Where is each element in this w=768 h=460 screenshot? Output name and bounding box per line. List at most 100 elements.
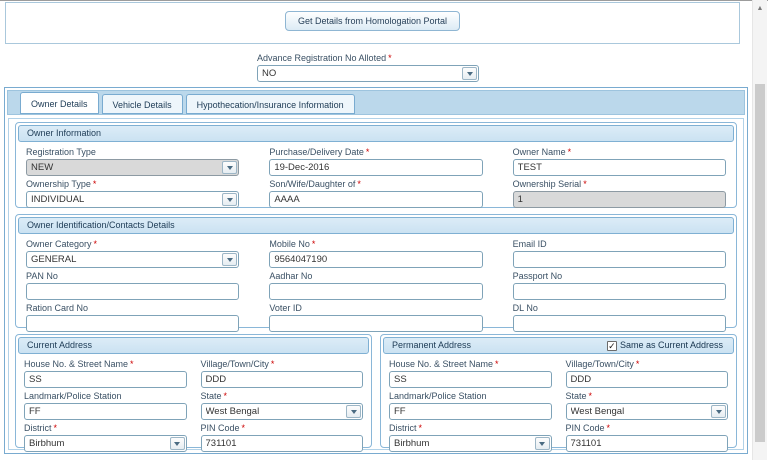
pan-no-input[interactable]	[26, 283, 240, 300]
pa-pin-input[interactable]	[565, 435, 728, 452]
ca-district-select[interactable]: Birbhum	[24, 435, 187, 452]
owner-name-input[interactable]	[512, 159, 726, 176]
registration-type-select[interactable]: NEW	[26, 159, 240, 176]
email-id-input[interactable]	[512, 251, 726, 268]
scrollbar-up-arrow-icon[interactable]: ▲	[754, 2, 766, 15]
dropdown-arrow-icon	[466, 71, 473, 76]
pa-state-select[interactable]: West Bengal	[565, 403, 728, 420]
required-marker: *	[357, 179, 361, 189]
ca-state-select[interactable]: West Bengal	[200, 403, 363, 420]
field-pa-state: State * West Bengal	[565, 388, 728, 420]
ration-card-no-label: Ration Card No	[26, 303, 89, 313]
field-mobile-no: Mobile No *	[269, 236, 483, 268]
permanent-address-title: Permanent Address	[392, 340, 472, 350]
advance-registration-field: Advance Registration No Alloted * NO	[257, 50, 479, 82]
field-pa-house: House No. & Street Name *	[389, 356, 552, 388]
checkbox-checked-icon: ✓	[606, 340, 617, 351]
dropdown-arrow-icon	[350, 409, 357, 414]
son-wife-daughter-input[interactable]	[269, 191, 483, 208]
dropdown-button[interactable]	[169, 437, 185, 450]
field-purchase-date: Purchase/Delivery Date *	[269, 144, 483, 176]
required-marker: *	[93, 239, 98, 249]
field-son-wife-daughter: Son/Wife/Daughter of *	[269, 176, 483, 208]
required-marker: *	[388, 53, 392, 63]
homologation-panel: Get Details from Homologation Portal	[5, 2, 740, 44]
tab-vehicle-details[interactable]: Vehicle Details	[101, 94, 183, 114]
required-marker: *	[495, 359, 499, 369]
mobile-no-input[interactable]	[269, 251, 483, 268]
pa-village-input[interactable]	[565, 371, 728, 388]
purchase-date-label: Purchase/Delivery Date *	[269, 147, 370, 157]
pa-pin-label: PIN Code *	[565, 423, 611, 433]
ca-state-value: West Bengal	[205, 406, 260, 417]
registration-type-value: NEW	[31, 162, 54, 173]
tab-hypothecation-insurance[interactable]: Hypothecation/Insurance Information	[185, 94, 355, 114]
ca-landmark-input[interactable]	[24, 403, 187, 420]
current-address-section: Current Address House No. & Street Name *…	[15, 334, 372, 452]
passport-no-input[interactable]	[512, 283, 726, 300]
owner-information-section: Owner Information Registration Type NEW …	[15, 122, 737, 208]
advance-registration-label: Advance Registration No Alloted *	[257, 53, 392, 63]
tab-owner-details[interactable]: Owner Details	[20, 92, 99, 114]
field-ca-house: House No. & Street Name *	[24, 356, 187, 388]
pa-state-value: West Bengal	[570, 406, 625, 417]
ownership-type-value: INDIVIDUAL	[31, 194, 85, 205]
aadhar-no-label: Aadhar No	[269, 271, 313, 281]
dl-no-label: DL No	[512, 303, 538, 313]
ownership-type-label: Ownership Type *	[26, 179, 97, 189]
field-ca-pin: PIN Code *	[200, 420, 363, 452]
ration-card-no-input[interactable]	[26, 315, 240, 332]
permanent-address-section: Permanent Address ✓ Same as Current Addr…	[380, 334, 737, 452]
ca-village-input[interactable]	[200, 371, 363, 388]
scrollbar-thumb[interactable]	[755, 84, 765, 442]
permanent-address-header: Permanent Address ✓ Same as Current Addr…	[383, 337, 734, 354]
dropdown-arrow-icon	[174, 441, 180, 446]
dropdown-button[interactable]	[711, 405, 726, 418]
field-ca-village: Village/Town/City *	[200, 356, 363, 388]
advance-registration-select[interactable]: NO	[257, 65, 479, 82]
pa-landmark-label: Landmark/Police Station	[389, 391, 487, 401]
vertical-scrollbar[interactable]: ▲	[752, 0, 767, 460]
ownership-type-select[interactable]: INDIVIDUAL	[26, 191, 240, 208]
required-marker: *	[365, 147, 370, 157]
required-marker: *	[588, 391, 593, 401]
ca-district-value: Birbhum	[29, 438, 65, 449]
purchase-date-input[interactable]	[269, 159, 483, 176]
get-details-homologation-button[interactable]: Get Details from Homologation Portal	[284, 11, 461, 31]
dropdown-button[interactable]	[222, 193, 238, 206]
ca-district-label: District *	[24, 423, 58, 433]
pa-landmark-input[interactable]	[389, 403, 552, 420]
current-address-header: Current Address	[18, 337, 369, 354]
owner-category-select[interactable]: GENERAL	[26, 251, 240, 268]
ca-house-input[interactable]	[24, 371, 187, 388]
field-ca-state: State * West Bengal	[200, 388, 363, 420]
dropdown-button[interactable]	[346, 405, 361, 418]
same-as-current-checkbox[interactable]: ✓ Same as Current Address	[606, 338, 723, 353]
owner-category-label: Owner Category *	[26, 239, 98, 249]
current-address-title: Current Address	[27, 340, 93, 350]
pa-district-label: District *	[389, 423, 423, 433]
owner-identification-header: Owner Identification/Contacts Details	[18, 217, 734, 234]
required-marker: *	[270, 359, 275, 369]
owner-information-header: Owner Information	[18, 125, 734, 142]
required-marker: *	[635, 359, 640, 369]
voter-id-input[interactable]	[269, 315, 483, 332]
email-id-label: Email ID	[512, 239, 547, 249]
pa-house-input[interactable]	[389, 371, 552, 388]
dropdown-button[interactable]	[462, 67, 477, 80]
ca-landmark-label: Landmark/Police Station	[24, 391, 122, 401]
aadhar-no-input[interactable]	[269, 283, 483, 300]
dropdown-button[interactable]	[222, 253, 238, 266]
ca-pin-input[interactable]	[200, 435, 363, 452]
page-top-divider	[0, 0, 768, 1]
dropdown-button[interactable]	[534, 437, 550, 450]
owner-category-value: GENERAL	[31, 254, 77, 265]
field-aadhar-no: Aadhar No	[269, 268, 483, 300]
main-tabview: Owner Details Vehicle Details Hypothecat…	[4, 87, 748, 454]
dl-no-input[interactable]	[512, 315, 726, 332]
ca-state-label: State *	[200, 391, 228, 401]
required-marker: *	[311, 239, 316, 249]
pa-district-select[interactable]: Birbhum	[389, 435, 552, 452]
field-passport-no: Passport No	[512, 268, 726, 300]
dropdown-button[interactable]	[222, 161, 238, 174]
